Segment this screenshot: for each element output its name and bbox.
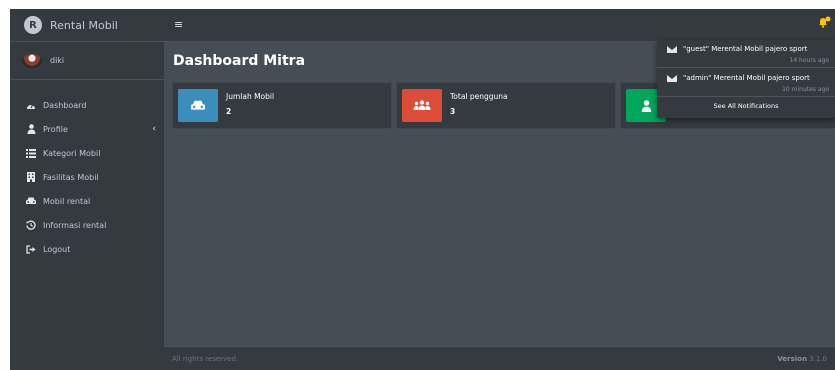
sidebar-nav: Dashboard Profile ‹ Kategori Mobil Fasil… bbox=[10, 80, 164, 261]
see-all-notifications-link[interactable]: See All Notifications bbox=[657, 102, 835, 110]
top-navbar: ≡ bbox=[164, 9, 835, 42]
footer-copyright: All rights reserved. bbox=[172, 355, 239, 363]
stat-box-total-pengguna[interactable]: Total pengguna 3 bbox=[397, 83, 615, 128]
sign-out-icon bbox=[26, 244, 36, 254]
sidebar-item-informasi-rental[interactable]: Informasi rental bbox=[10, 213, 164, 237]
chevron-left-icon[interactable]: ‹ bbox=[152, 124, 156, 134]
avatar bbox=[22, 53, 42, 68]
brand-logo-icon: R bbox=[24, 16, 42, 34]
user-panel[interactable]: diki bbox=[10, 42, 164, 80]
user-icon bbox=[26, 124, 36, 134]
car-icon bbox=[26, 196, 36, 206]
notification-text: "admin" Merental Mobil pajero sport bbox=[683, 74, 810, 82]
sidebar-item-label: Fasilitas Mobil bbox=[43, 172, 99, 182]
users-icon bbox=[402, 89, 442, 122]
stat-value: 2 bbox=[226, 107, 232, 116]
sidebar-item-profile[interactable]: Profile ‹ bbox=[10, 117, 164, 141]
envelope-icon bbox=[667, 46, 677, 53]
notification-time: 10 minutes ago bbox=[782, 86, 829, 93]
sidebar-item-label: Mobil rental bbox=[43, 196, 91, 206]
history-icon bbox=[26, 220, 36, 230]
stat-value: 3 bbox=[450, 107, 456, 116]
footer: All rights reserved. Version 3.1.0 bbox=[164, 346, 835, 370]
bell-icon[interactable] bbox=[817, 15, 831, 29]
sidebar-item-label: Profile bbox=[43, 124, 68, 134]
car-icon bbox=[178, 89, 218, 122]
notification-text: "guest" Merental Mobil pajero sport bbox=[683, 45, 808, 53]
notification-item[interactable]: "admin" Merental Mobil pajero sport 10 m… bbox=[657, 69, 835, 97]
stat-box-jumlah-mobil[interactable]: Jumlah Mobil 2 bbox=[173, 83, 391, 128]
footer-version-number: 3.1.0 bbox=[809, 355, 827, 363]
brand-link[interactable]: R Rental Mobil bbox=[10, 9, 164, 42]
page-title: Dashboard Mitra bbox=[173, 53, 306, 69]
envelope-icon bbox=[667, 75, 677, 82]
stat-label: Total pengguna bbox=[450, 92, 508, 101]
notification-time: 14 hours ago bbox=[789, 57, 829, 64]
tachometer-icon bbox=[26, 100, 36, 110]
sidebar-item-label: Dashboard bbox=[43, 100, 87, 110]
brand-name: Rental Mobil bbox=[50, 18, 118, 32]
sidebar-item-fasilitas-mobil[interactable]: Fasilitas Mobil bbox=[10, 165, 164, 189]
sidebar-item-kategori-mobil[interactable]: Kategori Mobil bbox=[10, 141, 164, 165]
sidebar-item-label: Kategori Mobil bbox=[43, 148, 101, 158]
sidebar-item-label: Informasi rental bbox=[43, 220, 107, 230]
sidebar-item-label: Logout bbox=[43, 244, 71, 254]
building-icon bbox=[26, 172, 36, 182]
stat-label: Jumlah Mobil bbox=[226, 92, 275, 101]
sidebar: R Rental Mobil diki Dashboard Profile ‹ bbox=[10, 9, 164, 370]
footer-version-label: Version bbox=[777, 355, 807, 363]
sidebar-item-dashboard[interactable]: Dashboard bbox=[10, 93, 164, 117]
user-name: diki bbox=[50, 56, 65, 65]
menu-toggle-icon[interactable]: ≡ bbox=[174, 18, 183, 31]
notification-item[interactable]: "guest" Merental Mobil pajero sport 14 h… bbox=[657, 40, 835, 68]
notifications-dropdown: "guest" Merental Mobil pajero sport 14 h… bbox=[657, 40, 835, 118]
sidebar-item-logout[interactable]: Logout bbox=[10, 237, 164, 261]
footer-version: Version 3.1.0 bbox=[777, 355, 827, 363]
sidebar-item-mobil-rental[interactable]: Mobil rental bbox=[10, 189, 164, 213]
list-icon bbox=[26, 148, 36, 158]
